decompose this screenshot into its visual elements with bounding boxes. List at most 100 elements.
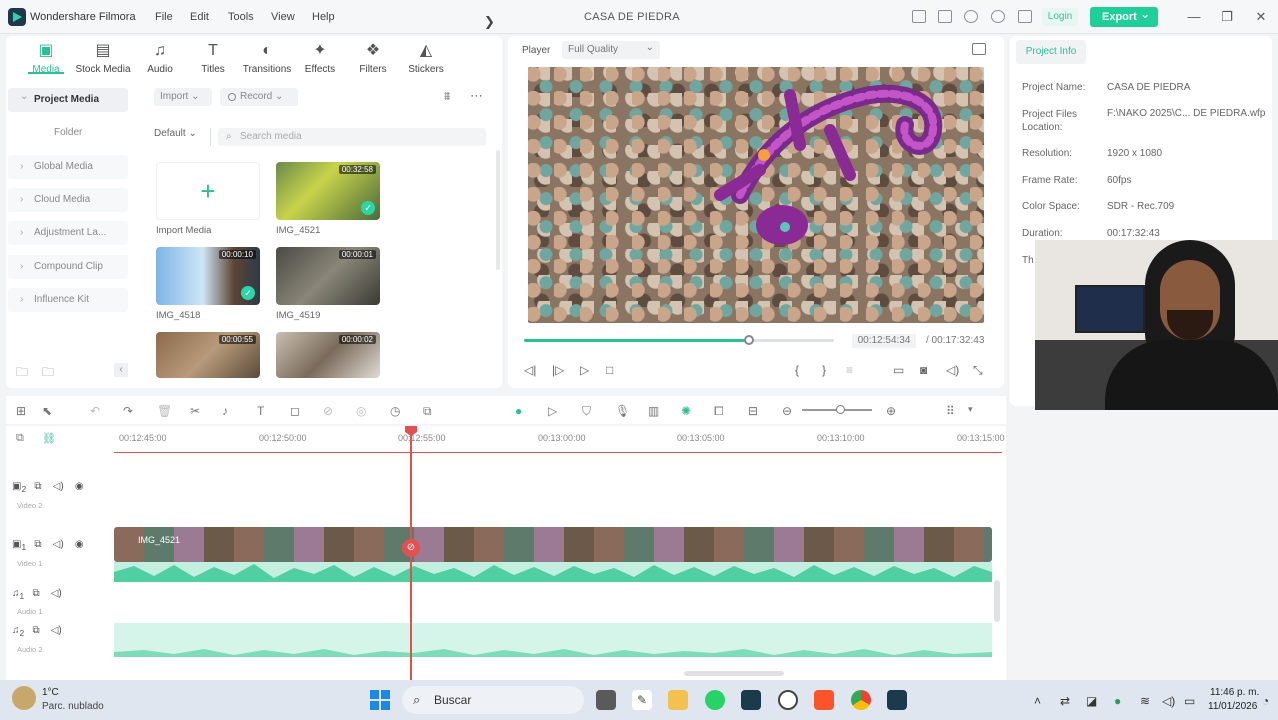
speed-icon[interactable]: ⊘ [323,404,333,418]
zoom-out-icon[interactable]: ⊖ [782,404,792,418]
clip-icon[interactable]: ▥ [648,404,659,418]
next-frame-icon[interactable]: |▷ [552,363,564,377]
render-preview-icon[interactable]: ▷ [548,404,557,418]
mark-out-icon[interactable]: } [822,363,826,377]
brave-icon[interactable] [814,690,834,710]
layout-grid-icon[interactable]: ⊞ [16,404,26,418]
add-track-icon[interactable]: ⧉ [16,432,24,445]
tab-stickers[interactable]: ◭ Stickers [396,42,456,75]
media-thumbnail[interactable]: 00:00:02 [276,332,380,378]
tab-stock-media[interactable]: ▤ Stock Media [73,42,133,75]
wifi-icon[interactable]: ≋ [1140,694,1150,708]
chevron-right-icon[interactable]: ❯ [484,14,495,30]
media-thumbnail[interactable]: 00:00:01 [276,247,380,305]
app-icon[interactable] [778,690,798,710]
media-thumbnail[interactable]: 00:32:58 ✓ [276,162,380,220]
import-media-tile[interactable]: + [156,162,260,220]
filmora-taskbar-icon[interactable] [887,690,907,710]
link-icon[interactable]: ⛓ [42,432,56,445]
windows-start-icon[interactable] [370,690,390,710]
pip-icon[interactable]: ⧠ [714,404,724,419]
collapse-sidebar-icon[interactable]: ‹ [114,363,128,377]
grid-view-icon[interactable]: ⠿ [946,404,955,418]
sidebar-item-folder[interactable]: Folder [28,121,148,145]
current-time[interactable]: 00:12:54:34 [852,334,916,348]
select-tool-icon[interactable]: ⬉ [42,404,52,418]
tray-app-icon[interactable]: ⇄ [1060,694,1070,708]
battery-icon[interactable]: ▭ [1184,694,1195,708]
weather-description[interactable]: Parc. nublado [42,701,104,712]
menu-tools[interactable]: Tools [228,11,254,23]
menu-edit[interactable]: Edit [190,11,209,23]
close-button[interactable]: ✕ [1251,9,1271,25]
snap-icon[interactable]: ✺ [681,404,691,418]
apps-icon[interactable] [1018,10,1032,23]
fullscreen-icon[interactable]: ⤡ [973,363,983,378]
login-button[interactable]: Login [1042,8,1078,26]
taskbar-search[interactable]: Buscar [402,686,584,714]
undo-icon[interactable]: ↶ [90,404,100,418]
tab-transitions[interactable]: ◐ Transitions [237,42,297,75]
weather-temperature[interactable]: 1°C [42,687,59,698]
render-icon[interactable]: ≡ [846,363,853,377]
new-folder-icon[interactable]: 🗀 [16,363,28,384]
pen-icon[interactable]: ✎ [632,690,652,710]
chevron-down-icon[interactable]: ▾ [968,404,973,415]
more-tools-icon[interactable]: ⧉ [423,404,432,419]
filter-icon[interactable]: ⩩ [444,89,450,104]
tray-app-icon[interactable]: ◪ [1086,694,1097,708]
display-icon[interactable]: ▭ [893,363,904,377]
camera-icon[interactable]: ◙ [920,363,927,377]
tab-project-info[interactable]: Project Info [1016,40,1086,64]
shield-icon[interactable]: ⛉ [582,404,591,419]
playback-scrubber[interactable] [744,335,754,345]
microphone-icon[interactable]: 🎙 [615,404,630,418]
text-icon[interactable]: T [257,404,264,418]
weather-icon[interactable] [12,686,36,710]
menu-view[interactable]: View [271,11,295,23]
stop-icon[interactable]: □ [606,363,613,377]
microphone-icon[interactable]: ● [1114,694,1121,708]
redo-icon[interactable]: ↷ [123,404,133,418]
color-icon[interactable]: ◎ [356,404,366,418]
split-marker-icon[interactable]: ⊘ [402,539,420,557]
whatsapp-icon[interactable] [705,690,725,710]
sidebar-item-cloud-media[interactable]: Cloud Media [8,188,128,212]
delete-icon[interactable]: 🗑 [157,404,172,418]
split-icon[interactable]: ✂ [190,404,200,418]
layout-icon[interactable] [912,10,926,23]
chevron-up-icon[interactable]: ˄ [1034,694,1041,708]
chrome-icon[interactable] [851,690,871,710]
marker-icon[interactable]: ⊟ [748,404,758,418]
speaker-icon[interactable]: ◁) [1162,694,1175,708]
more-options-icon[interactable]: ⋯ [470,88,483,104]
track-header-video-1[interactable]: ▣1 ⧉ ◁) ◉ [12,539,84,552]
import-dropdown[interactable]: Import ⌄ [154,88,212,106]
ai-icon[interactable]: ● [515,404,522,418]
crop-icon[interactable]: ◻ [290,404,300,418]
tab-titles[interactable]: T Titles [183,42,243,75]
volume-icon[interactable]: ◁) [946,363,959,377]
media-scrollbar[interactable] [496,150,500,270]
timeline-scrollbar[interactable] [684,671,784,676]
maximize-button[interactable]: ❐ [1217,9,1237,25]
track-header-video-2[interactable]: ▣2 ⧉ ◁) ◉ [12,481,84,494]
folder-icon[interactable]: 🗀 [42,363,54,384]
audio-edit-icon[interactable]: ♪ [222,404,228,418]
video-clip[interactable] [114,527,992,562]
menu-file[interactable]: File [155,11,173,23]
search-input[interactable]: Search media [218,128,486,146]
tab-audio[interactable]: ♫ Audio [130,42,190,75]
snapshot-icon[interactable] [972,43,986,55]
mark-in-icon[interactable]: { [795,363,799,377]
tab-media[interactable]: ▣ Media [16,42,76,75]
media-thumbnail[interactable]: 00:00:55 [156,332,260,378]
save-icon[interactable] [938,10,952,23]
filmora-taskbar-icon[interactable] [741,690,761,710]
notification-icon[interactable]: ◔ [1262,694,1269,708]
menu-help[interactable]: Help [312,11,335,23]
quality-dropdown[interactable]: Full Quality ⌄ [562,41,660,59]
tab-filters[interactable]: ❖ Filters [343,42,403,75]
export-button[interactable]: Export [1090,4,1158,27]
track-header-audio-2[interactable]: ♫2 ⧉ ◁) [12,625,62,638]
